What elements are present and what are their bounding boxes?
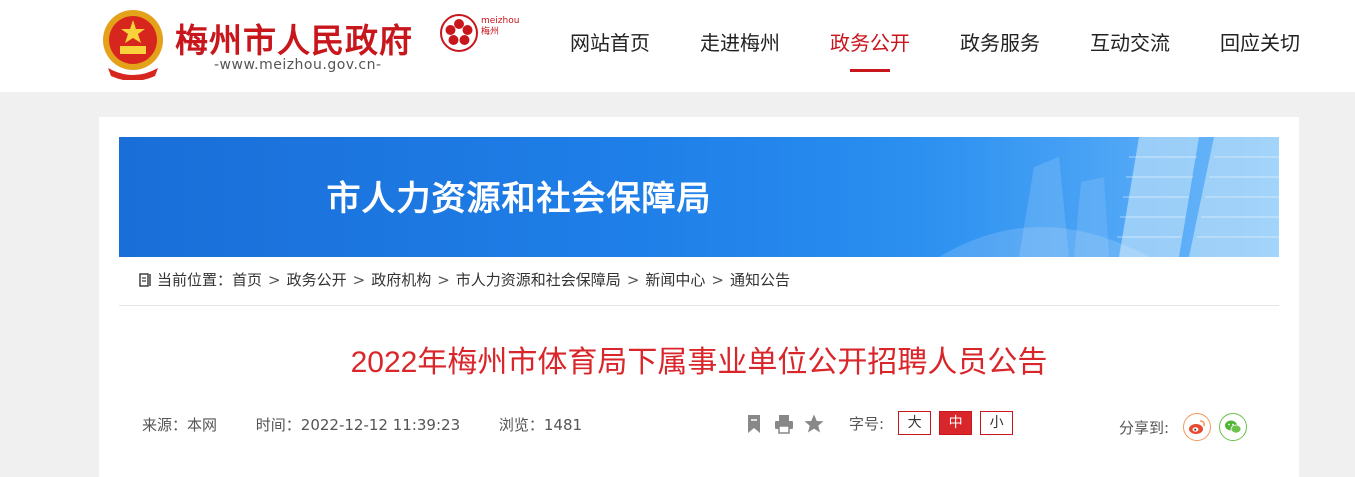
breadcrumb: 当前位置： 首页 > 政务公开 > 政府机构 > 市人力资源和社会保障局 > 新… — [139, 269, 790, 290]
breadcrumb-prefix: 当前位置： — [157, 271, 233, 289]
share-bar: 分享到: — [1119, 413, 1255, 441]
nav-item-interaction[interactable]: 互动交流 — [1065, 0, 1195, 92]
share-label: 分享到: — [1119, 418, 1170, 437]
breadcrumb-notices[interactable]: 通知公告 — [730, 269, 790, 290]
main-nav: 网站首页 走进梅州 政务公开 政务服务 互动交流 回应关切 — [545, 0, 1325, 92]
site-name[interactable]: 梅州市人民政府 — [175, 14, 413, 62]
national-emblem-icon — [103, 10, 163, 80]
nav-item-about-meizhou[interactable]: 走进梅州 — [675, 0, 805, 92]
nav-item-government-affairs[interactable]: 政务公开 — [805, 0, 935, 92]
site-url: -www.meizhou.gov.cn- — [214, 57, 382, 73]
banner-title: 市人力资源和社会保障局 — [326, 179, 712, 219]
breadcrumb-news-center[interactable]: 新闻中心 — [645, 269, 705, 290]
nav-item-responses[interactable]: 回应关切 — [1195, 0, 1325, 92]
weibo-icon[interactable] — [1183, 413, 1212, 441]
article-source: 来源：本网 — [142, 416, 218, 434]
font-size-label: 字号: — [849, 414, 885, 433]
divider — [119, 305, 1279, 306]
font-size-medium-button[interactable]: 中 — [939, 411, 973, 435]
breadcrumb-separator: > — [352, 270, 366, 289]
nav-item-government-services[interactable]: 政务服务 — [935, 0, 1065, 92]
article-time: 时间：2022-12-12 11:39:23 — [255, 416, 461, 434]
breadcrumb-hr-bureau[interactable]: 市人力资源和社会保障局 — [456, 269, 621, 290]
logo-text: meizhou 梅州 — [481, 16, 520, 37]
article-views: 浏览：1481 — [498, 416, 583, 434]
font-size-large-button[interactable]: 大 — [898, 411, 932, 435]
article-meta: 来源：本网 时间：2022-12-12 11:39:23 浏览：1481 — [142, 414, 616, 435]
article-tools — [743, 413, 825, 435]
nav-item-home[interactable]: 网站首页 — [545, 0, 675, 92]
breadcrumb-separator: > — [711, 270, 724, 289]
breadcrumb-government-agencies[interactable]: 政府机构 — [371, 269, 431, 290]
department-banner: 市人力资源和社会保障局 — [119, 137, 1279, 257]
content-card: 市人力资源和社会保障局 当前位置： 首页 > 政务公开 > 政府机构 > 市人力… — [99, 117, 1299, 477]
site-header: 梅州市人民政府 -www.meizhou.gov.cn- meizhou 梅州 … — [0, 0, 1355, 92]
breadcrumb-separator: > — [626, 270, 640, 289]
meizhou-flower-logo-icon — [440, 14, 478, 52]
bookmark-icon[interactable] — [743, 413, 765, 435]
breadcrumb-home[interactable]: 首页 — [232, 269, 262, 290]
font-size-control: 字号: 大 中 小 — [849, 411, 1021, 435]
wechat-icon[interactable] — [1219, 413, 1248, 441]
location-icon — [139, 272, 151, 287]
print-icon[interactable] — [773, 413, 795, 435]
star-icon[interactable] — [803, 413, 825, 435]
font-size-small-button[interactable]: 小 — [980, 411, 1014, 435]
breadcrumb-separator: > — [268, 270, 281, 289]
breadcrumb-government-affairs[interactable]: 政务公开 — [287, 269, 347, 290]
breadcrumb-separator: > — [437, 270, 450, 289]
article-title: 2022年梅州市体育局下属事业单位公开招聘人员公告 — [350, 346, 1048, 379]
